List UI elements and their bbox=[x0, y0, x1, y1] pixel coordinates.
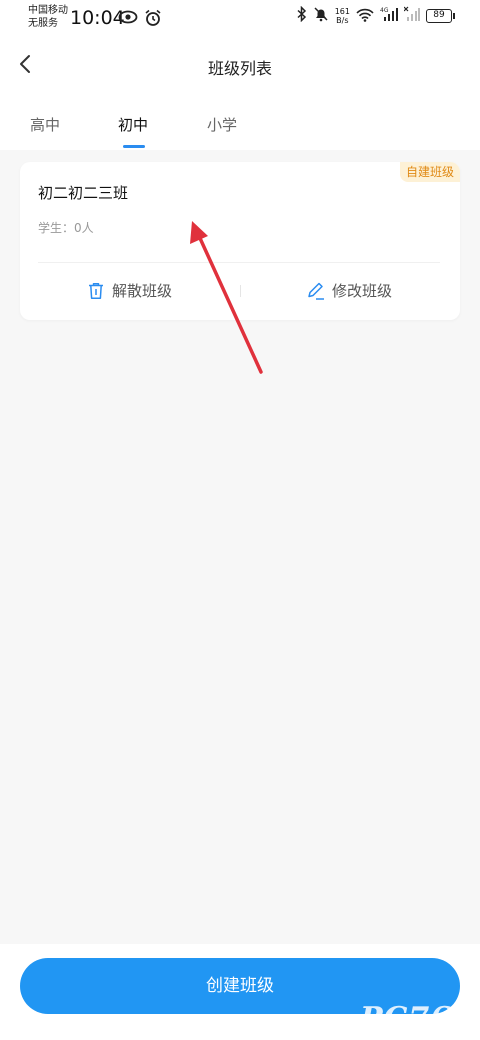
battery-icon: 89 bbox=[426, 9, 455, 23]
signal-no-service-icon bbox=[403, 6, 420, 26]
trash-icon bbox=[89, 282, 103, 299]
tab-active-indicator bbox=[123, 145, 145, 148]
tab-high-school[interactable]: 高中 bbox=[30, 114, 60, 135]
dissolve-class-button[interactable]: 解散班级 bbox=[86, 280, 172, 301]
edit-class-label: 修改班级 bbox=[332, 282, 393, 300]
carrier-info: 中国移动 无服务 bbox=[28, 4, 68, 30]
page-title: 班级列表 bbox=[207, 59, 272, 78]
watermark-logo: PC768 bbox=[359, 1001, 474, 1036]
carrier-name: 中国移动 bbox=[28, 5, 68, 16]
status-icons-right: 161 B/s 4G 89 bbox=[297, 5, 455, 26]
self-created-badge: 自建班级 bbox=[399, 162, 460, 182]
action-separator bbox=[240, 285, 241, 297]
speed-value: 161 bbox=[334, 7, 350, 16]
tab-primary-school[interactable]: 小学 bbox=[207, 114, 237, 135]
carrier-status: 无服务 bbox=[28, 18, 58, 29]
card-divider bbox=[38, 262, 440, 263]
nav-bar: 班级列表 bbox=[0, 40, 480, 92]
status-time: 10:04 bbox=[70, 7, 125, 29]
edit-class-button[interactable]: 修改班级 bbox=[306, 280, 392, 301]
battery-level: 89 bbox=[433, 10, 445, 20]
wifi-icon bbox=[356, 7, 374, 26]
status-icons-left bbox=[118, 9, 162, 31]
dissolve-class-label: 解散班级 bbox=[112, 282, 173, 300]
network-speed: 161 B/s bbox=[335, 7, 350, 25]
bluetooth-icon bbox=[297, 5, 307, 26]
class-name: 初二初二三班 bbox=[38, 184, 129, 202]
eye-icon bbox=[118, 9, 138, 31]
signal-4g-icon: 4G bbox=[380, 6, 398, 26]
class-card[interactable]: 自建班级 初二初二三班 学生：0人 解散班级 修改班级 bbox=[20, 162, 460, 320]
tab-middle-school[interactable]: 初中 bbox=[118, 114, 148, 135]
student-count: 学生：0人 bbox=[38, 221, 94, 235]
speed-unit: B/s bbox=[336, 16, 349, 25]
edit-icon bbox=[308, 282, 324, 300]
grade-tabs: 高中 初中 小学 bbox=[0, 92, 480, 150]
annotation-arrow bbox=[190, 221, 263, 374]
status-bar: 中国移动 无服务 10:04 161 B/s 4G 89 bbox=[0, 0, 480, 40]
mute-bell-icon bbox=[313, 6, 329, 26]
alarm-icon bbox=[144, 9, 162, 31]
svg-text:4G: 4G bbox=[380, 7, 389, 14]
